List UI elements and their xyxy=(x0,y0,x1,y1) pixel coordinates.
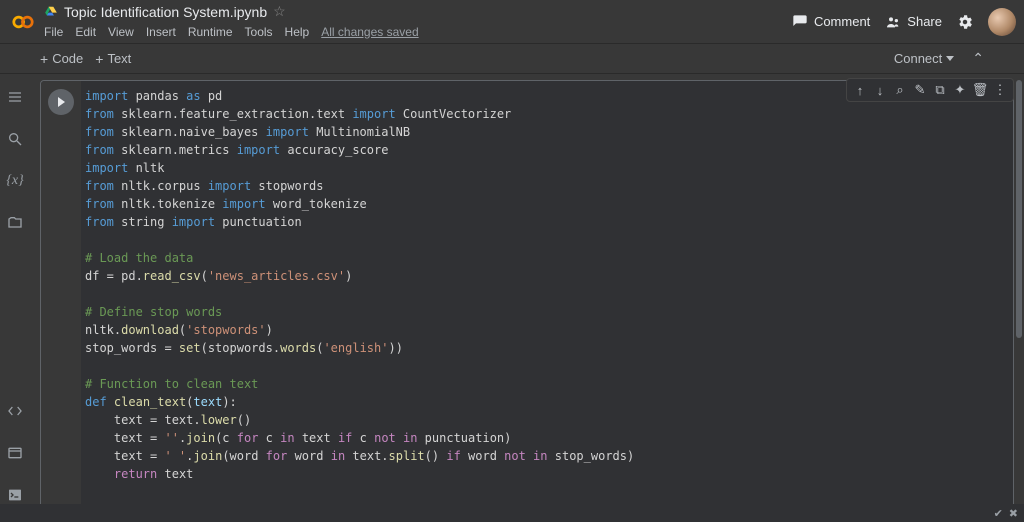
drive-icon xyxy=(44,5,58,19)
code-cell[interactable]: import pandas as pd from sklearn.feature… xyxy=(40,80,1014,504)
toc-icon[interactable] xyxy=(6,88,24,106)
menu-runtime[interactable]: Runtime xyxy=(188,25,233,39)
share-icon xyxy=(884,13,902,31)
settings-icon[interactable] xyxy=(956,13,974,31)
header-bar: Topic Identification System.ipynb ☆ File… xyxy=(0,0,1024,44)
variables-icon[interactable]: {x} xyxy=(6,172,24,190)
comment-icon xyxy=(791,13,809,31)
menu-edit[interactable]: Edit xyxy=(75,25,96,39)
menu-view[interactable]: View xyxy=(108,25,134,39)
share-button[interactable]: Share xyxy=(884,13,942,31)
move-up-icon[interactable]: ↑ xyxy=(851,81,869,99)
files-icon[interactable] xyxy=(6,214,24,232)
menu-file[interactable]: File xyxy=(44,25,63,39)
link-icon[interactable]: ⌕ xyxy=(891,81,909,99)
collapse-button[interactable]: ⌃ xyxy=(972,50,984,67)
menu-insert[interactable]: Insert xyxy=(146,25,176,39)
menu-bar: File Edit View Insert Runtime Tools Help… xyxy=(44,22,419,42)
mirror-icon[interactable]: ⧉ xyxy=(931,81,949,99)
commands-icon[interactable] xyxy=(6,444,24,462)
snippets-icon[interactable] xyxy=(6,402,24,420)
footer: ✔ ✖ xyxy=(0,504,1024,522)
left-nav: {x} xyxy=(0,74,30,504)
menu-tools[interactable]: Tools xyxy=(245,25,273,39)
connect-button[interactable]: Connect xyxy=(886,48,962,69)
scrollbar-vertical[interactable] xyxy=(1016,80,1022,338)
run-cell-button[interactable] xyxy=(48,89,74,115)
add-text-button[interactable]: +Text xyxy=(95,51,131,67)
delete-icon[interactable]: 🗑 xyxy=(971,81,989,99)
play-icon xyxy=(58,97,65,107)
star-icon[interactable]: ☆ xyxy=(273,3,286,20)
menu-help[interactable]: Help xyxy=(285,25,310,39)
error-icon[interactable]: ✖ xyxy=(1009,507,1018,520)
add-code-button[interactable]: +Code xyxy=(40,51,83,67)
code-editor[interactable]: import pandas as pd from sklearn.feature… xyxy=(81,81,1013,504)
edit-icon[interactable]: ✎ xyxy=(911,81,929,99)
colab-logo[interactable] xyxy=(8,7,38,37)
more-icon[interactable]: ⋮ xyxy=(991,81,1009,99)
find-icon[interactable] xyxy=(6,130,24,148)
notebook-main: ↑ ↓ ⌕ ✎ ⧉ ✦ 🗑 ⋮ import pandas as pd from… xyxy=(30,74,1024,504)
gear-icon[interactable]: ✦ xyxy=(951,81,969,99)
doc-title[interactable]: Topic Identification System.ipynb xyxy=(64,4,267,20)
completed-icon[interactable]: ✔ xyxy=(994,507,1003,520)
toolbar: +Code +Text Connect ⌃ xyxy=(0,44,1024,74)
caret-down-icon xyxy=(946,56,954,61)
terminal-icon[interactable] xyxy=(6,486,24,504)
cell-toolbar: ↑ ↓ ⌕ ✎ ⧉ ✦ 🗑 ⋮ xyxy=(846,78,1014,102)
comment-button[interactable]: Comment xyxy=(791,13,870,31)
avatar[interactable] xyxy=(988,8,1016,36)
move-down-icon[interactable]: ↓ xyxy=(871,81,889,99)
save-status[interactable]: All changes saved xyxy=(321,25,418,39)
